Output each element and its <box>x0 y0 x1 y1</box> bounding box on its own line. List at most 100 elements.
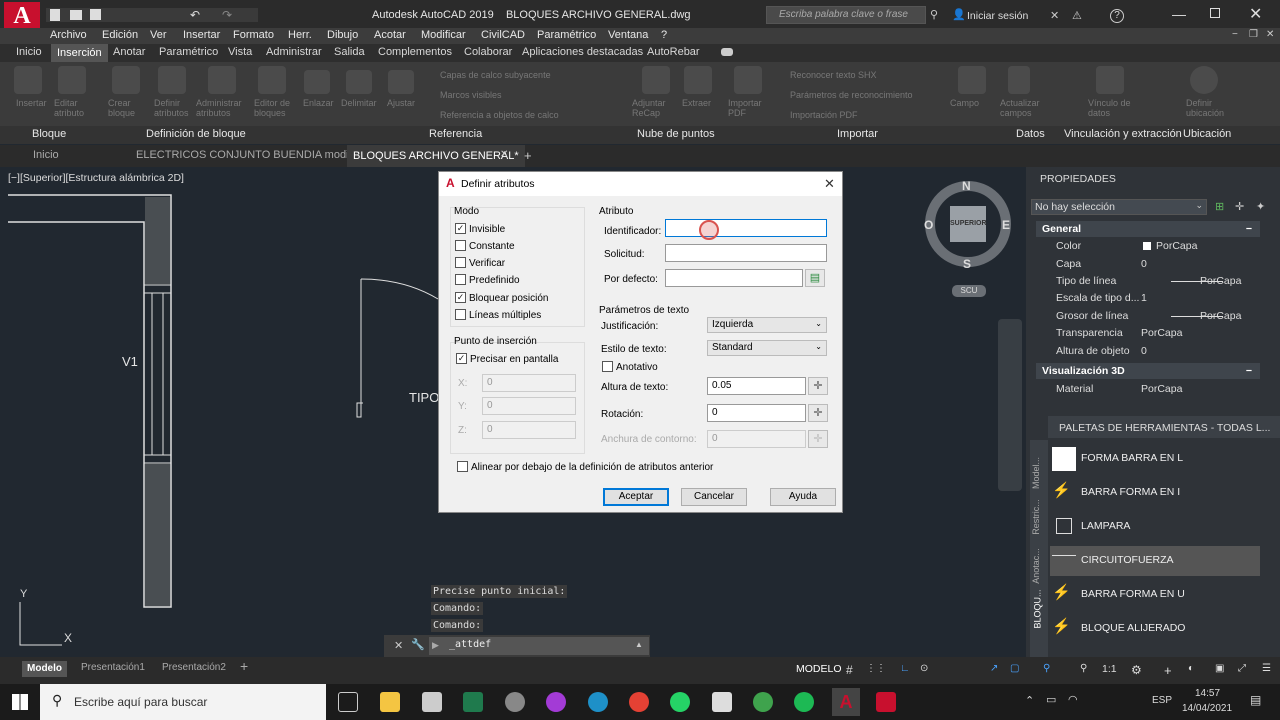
specify-on-screen-label[interactable]: Precisar en pantalla <box>470 354 558 365</box>
compass-north[interactable]: N <box>962 179 971 193</box>
save-icon[interactable] <box>90 9 101 20</box>
palette-item[interactable]: ⚡ BLOQUE ALIJERADO <box>1050 614 1260 644</box>
align-below-checkbox[interactable] <box>457 461 468 472</box>
add-layout-icon[interactable]: + <box>240 658 248 674</box>
chrome-icon[interactable] <box>629 692 649 712</box>
panel-ubicacion[interactable]: Ubicación <box>1183 128 1231 140</box>
menu-parametrico[interactable]: Paramétrico <box>537 29 596 41</box>
navigation-bar[interactable] <box>998 319 1022 491</box>
data-link-icon[interactable] <box>1096 66 1124 94</box>
palette-item[interactable]: CIRCUITOFUERZA <box>1050 546 1260 576</box>
viewcube-top-face[interactable]: SUPERIOR <box>950 206 987 242</box>
prop-row-thickness[interactable]: Altura de objeto 0 <box>1030 345 1258 362</box>
invisible-checkbox[interactable]: ✓ <box>455 223 466 234</box>
panel-nube-puntos[interactable]: Nube de puntos <box>637 128 715 140</box>
maximize-button[interactable] <box>1210 8 1220 18</box>
rotation-input[interactable]: 0 <box>707 404 806 422</box>
align-below-label[interactable]: Alinear por debajo de la definición de a… <box>471 462 713 473</box>
cancel-button[interactable]: Cancelar <box>681 488 747 506</box>
clock-date[interactable]: 14/04/2021 <box>1182 703 1232 714</box>
lang-indicator[interactable]: ESP <box>1152 695 1172 706</box>
ribbon-toggle-icon[interactable] <box>721 48 733 56</box>
compass-east[interactable]: E <box>1002 218 1010 232</box>
hardware-icon[interactable]: ▣ <box>1215 663 1224 674</box>
clip-icon[interactable] <box>346 70 372 94</box>
text-height-input[interactable]: 0.05 <box>707 377 806 395</box>
dialog-close-icon[interactable]: ✕ <box>824 176 835 192</box>
undo-icon[interactable]: ↶ <box>190 8 200 22</box>
tab-aplicaciones[interactable]: Aplicaciones destacadas <box>522 46 643 58</box>
wcs-menu[interactable]: SCU <box>952 285 986 297</box>
task-view-icon[interactable] <box>338 692 358 712</box>
palette-item[interactable]: ⚡ BARRA FORMA EN I <box>1050 478 1260 508</box>
palette-tab-bloques[interactable]: BLOQU... <box>1033 589 1043 628</box>
layout-tab-model[interactable]: Modelo <box>22 661 67 677</box>
command-input[interactable]: ▶ _attdef ▲ <box>429 637 649 655</box>
annotation-scale[interactable]: 1:1 <box>1102 663 1117 675</box>
windows-start-icon[interactable] <box>12 694 28 710</box>
lock-position-checkbox[interactable]: ✓ <box>455 292 466 303</box>
insert-field-button[interactable]: ▤ <box>805 269 825 287</box>
doctab-electricos[interactable]: ELECTRICOS CONJUNTO BUENDIA modi* <box>136 149 353 161</box>
spotify-icon[interactable] <box>794 692 814 712</box>
constant-checkbox[interactable] <box>455 240 466 251</box>
panel-datos[interactable]: Datos <box>1016 128 1045 140</box>
palette-item[interactable]: FORMA BARRA EN L <box>1050 444 1260 474</box>
specify-on-screen-checkbox[interactable]: ✓ <box>456 353 467 364</box>
import-pdf-icon[interactable] <box>734 66 762 94</box>
dialog-title-bar[interactable]: A Definir atributos ✕ <box>439 172 842 196</box>
otrack-icon[interactable]: ▢ <box>1010 663 1019 674</box>
redo-icon[interactable]: ↷ <box>222 8 232 22</box>
polar-icon[interactable]: ⊙ <box>920 663 928 674</box>
palette-tab-restric[interactable]: Restric... <box>1031 499 1041 535</box>
acrobat-icon[interactable] <box>876 692 896 712</box>
autocad-logo[interactable]: A <box>4 2 40 30</box>
tab-parametrico[interactable]: Paramétrico <box>159 46 218 58</box>
menu-help[interactable]: ? <box>661 29 667 41</box>
grid-icon[interactable]: # <box>846 663 853 677</box>
ortho-icon[interactable]: ∟ <box>900 663 910 674</box>
general-section[interactable]: General − <box>1036 221 1260 237</box>
boundary-width-input[interactable]: 0 <box>707 430 806 448</box>
constant-label[interactable]: Constante <box>469 241 515 252</box>
prop-row-transparency[interactable]: Transparencia PorCapa <box>1030 327 1258 344</box>
default-input[interactable] <box>665 269 803 287</box>
isolate-icon[interactable]: ◐ <box>1188 663 1194 674</box>
workspace-icon[interactable]: ⚲ <box>1080 663 1087 674</box>
app-gray-icon[interactable] <box>505 692 525 712</box>
gear-icon[interactable]: ⚙ <box>1131 663 1142 677</box>
help-button[interactable]: ? <box>1110 9 1124 23</box>
prop-row-ltscale[interactable]: Escala de tipo d... 1 <box>1030 292 1258 309</box>
menu-dibujo[interactable]: Dibujo <box>327 29 358 41</box>
minimize-button[interactable]: — <box>1172 6 1186 22</box>
selection-select[interactable]: No hay selección ⌄ <box>1031 199 1207 215</box>
command-close-icon[interactable]: ✕ <box>394 639 403 652</box>
prop-row-linetype[interactable]: Tipo de línea PorCapa <box>1030 275 1258 292</box>
edit-attribute-icon[interactable] <box>58 66 86 94</box>
adjust-icon[interactable] <box>388 70 414 94</box>
layout-tab-2[interactable]: Presentación2 <box>162 662 226 673</box>
panel-referencia[interactable]: Referencia <box>429 128 482 140</box>
tray-chevron-icon[interactable]: ⌃ <box>1025 694 1034 707</box>
annotative-label[interactable]: Anotativo <box>616 362 658 373</box>
file-explorer-icon[interactable] <box>380 692 400 712</box>
network-tray-icon[interactable]: ◠ <box>1068 693 1078 706</box>
command-settings-icon[interactable]: 🔧 <box>411 638 425 651</box>
network-icon[interactable]: ⚠ <box>1072 9 1082 22</box>
layout-tab-1[interactable]: Presentación1 <box>81 662 145 673</box>
x-input[interactable]: 0 <box>482 374 576 392</box>
open-file-icon[interactable] <box>70 10 82 20</box>
menu-ver[interactable]: Ver <box>150 29 167 41</box>
panel-importar[interactable]: Importar <box>837 128 878 140</box>
tab-inicio[interactable]: Inicio <box>16 46 42 58</box>
calculator-icon[interactable] <box>712 692 732 712</box>
help-dialog-button[interactable]: Ayuda <box>770 488 836 506</box>
clock-time[interactable]: 14:57 <box>1195 688 1220 699</box>
doctab-inicio[interactable]: Inicio <box>33 149 59 161</box>
annotative-checkbox[interactable] <box>602 361 613 372</box>
new-tab-icon[interactable]: + <box>524 148 532 163</box>
update-fields-icon[interactable] <box>1008 66 1030 94</box>
annotation-visibility-icon[interactable]: ⚲ <box>1043 663 1050 674</box>
taskbar-search[interactable]: ⚲ Escribe aquí para buscar <box>40 684 326 720</box>
menu-formato[interactable]: Formato <box>233 29 274 41</box>
